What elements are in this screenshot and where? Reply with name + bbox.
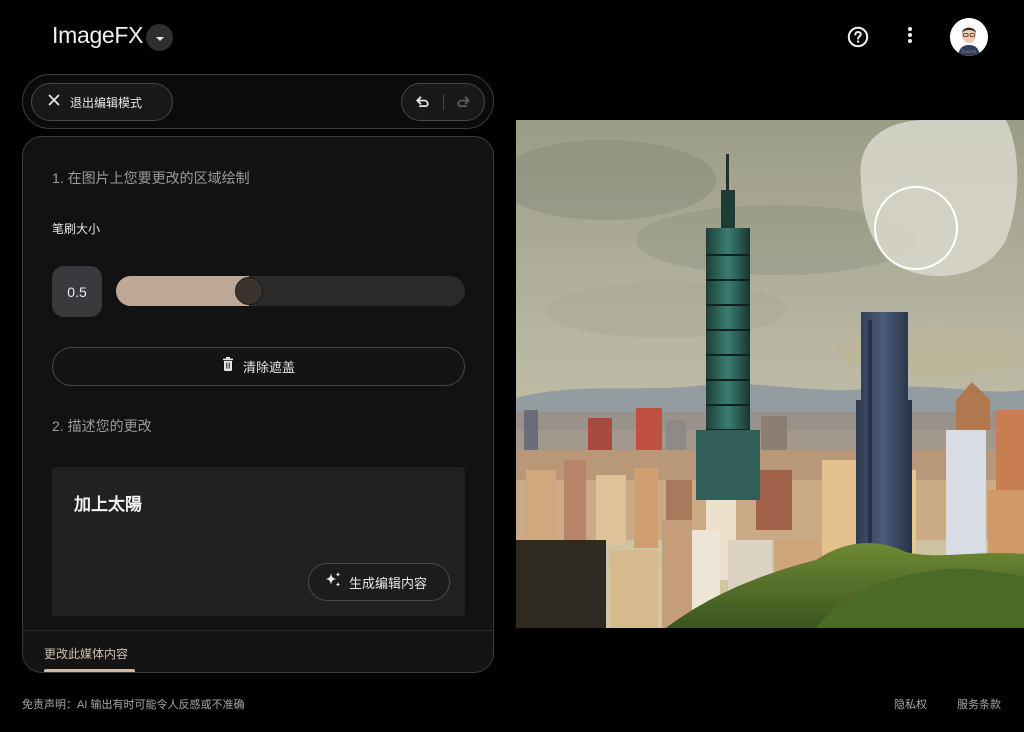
caret-down-icon (155, 29, 165, 47)
generate-edit-button[interactable]: 生成编辑内容 (308, 563, 450, 601)
step1-title: 1. 在图片上您要更改的区域绘制 (52, 170, 250, 186)
close-icon (48, 93, 60, 111)
app-title: ImageFX (52, 22, 144, 48)
brush-size-label: 笔刷大小 (52, 222, 101, 236)
help-button[interactable] (846, 25, 870, 49)
trash-icon (222, 357, 234, 376)
clear-mask-button[interactable]: 清除遮盖 (52, 347, 465, 386)
step2-title: 2. 描述您的更改 (52, 418, 152, 434)
undo-button[interactable] (402, 84, 443, 120)
edit-mode-toolbar: 退出编辑模式 (22, 74, 494, 129)
more-vert-icon (907, 26, 913, 49)
brush-size-slider[interactable] (116, 276, 465, 306)
brush-size-value: 0.5 (52, 266, 102, 317)
undo-redo-group (401, 83, 485, 121)
tab-active-indicator (44, 669, 135, 672)
ai-disclaimer: 免责声明：AI 输出有时可能令人反感或不准确 (22, 699, 245, 711)
panel-footer-tabs: 更改此媒体内容 (23, 630, 493, 672)
user-avatar[interactable]: Teacher (950, 18, 988, 56)
tab-edit-media[interactable]: 更改此媒体内容 (44, 645, 128, 662)
undo-icon (414, 93, 430, 112)
generated-image-canvas[interactable] (516, 120, 1024, 628)
exit-edit-mode-label: 退出编辑模式 (70, 95, 143, 110)
terms-link[interactable]: 服务条款 (957, 696, 1001, 712)
brush-size-slider-fill (116, 276, 249, 306)
app-switcher-dropdown-button[interactable] (146, 24, 173, 51)
edit-prompt-field[interactable]: 加上太陽 生成编辑内容 (52, 467, 465, 616)
help-icon (846, 26, 870, 53)
exit-edit-mode-button[interactable]: 退出编辑模式 (31, 83, 173, 121)
edit-panel: 1. 在图片上您要更改的区域绘制 笔刷大小 0.5 清除遮盖 2. 描述您的更改… (22, 136, 494, 673)
sparkle-icon (324, 571, 342, 594)
avatar-caption: Teacher (960, 49, 977, 54)
privacy-link[interactable]: 隐私权 (894, 696, 927, 712)
redo-button[interactable] (443, 84, 484, 120)
more-options-button[interactable] (898, 25, 922, 49)
edit-prompt-text[interactable]: 加上太陽 (74, 490, 142, 515)
redo-icon (456, 93, 472, 112)
clear-mask-label: 清除遮盖 (242, 360, 295, 375)
brush-size-slider-handle[interactable] (234, 277, 263, 305)
tower-secondary (856, 312, 912, 560)
generate-edit-label: 生成编辑内容 (349, 575, 428, 591)
